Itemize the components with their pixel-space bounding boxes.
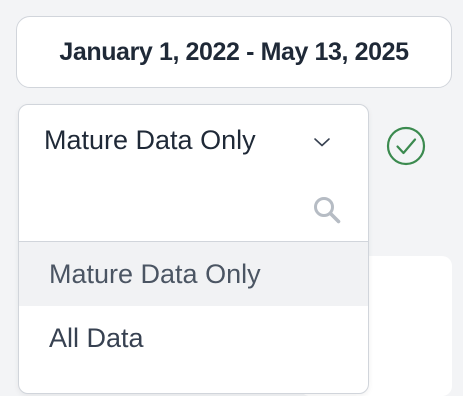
option-label: All Data	[49, 322, 144, 353]
data-maturity-select[interactable]: Mature Data Only	[19, 105, 368, 242]
search-row	[19, 183, 368, 239]
option-all-data[interactable]: All Data	[19, 306, 368, 370]
data-maturity-dropdown: Mature Data Only Mature Data Only All Da…	[18, 104, 369, 394]
date-range-label: January 1, 2022 - May 13, 2025	[59, 37, 409, 66]
option-label: Mature Data Only	[49, 258, 261, 289]
option-mature-data-only[interactable]: Mature Data Only	[19, 242, 368, 306]
chevron-down-icon[interactable]	[312, 135, 332, 149]
selected-value: Mature Data Only	[44, 125, 256, 155]
search-input[interactable]	[43, 191, 307, 227]
check-circle-icon[interactable]	[386, 126, 426, 166]
date-range-picker[interactable]: January 1, 2022 - May 13, 2025	[16, 16, 452, 88]
search-icon	[314, 197, 341, 224]
